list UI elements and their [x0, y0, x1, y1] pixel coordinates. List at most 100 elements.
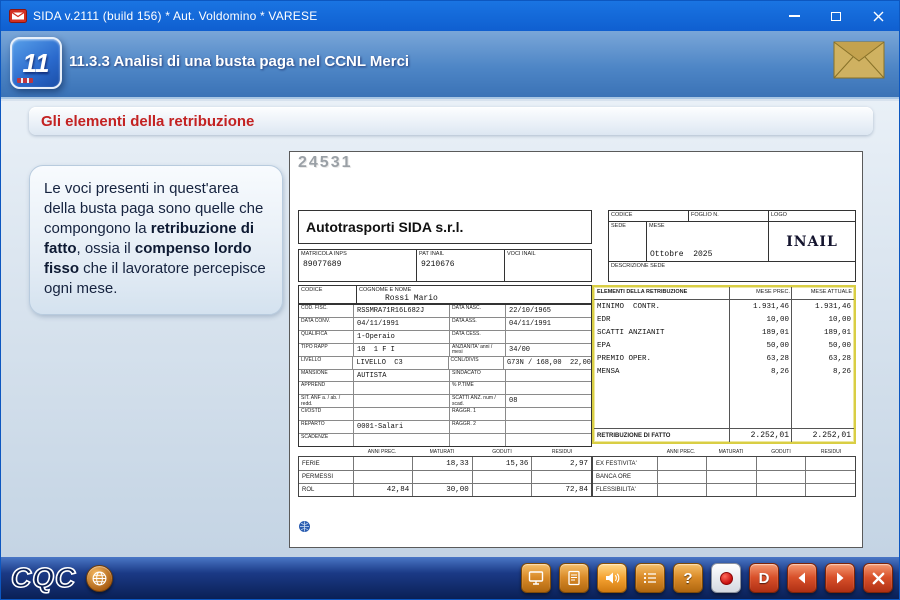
- retribuzione-row: PREMIO OPER.63,2863,28: [594, 352, 854, 365]
- retribuzione-total-curr: 2.252,01: [792, 431, 854, 440]
- window-title: SIDA v.2111 (build 156) * Aut. Voldomino…: [33, 9, 317, 23]
- leave-row: FERIE18,3315,362,97: [299, 457, 591, 470]
- extra-header: ANNI PREC.: [656, 447, 706, 456]
- employee-row: CODICE COGNOME E NOMERossi Mario: [298, 285, 592, 304]
- globe-button[interactable]: [86, 565, 113, 592]
- extra-header: GODUTI: [756, 447, 806, 456]
- lesson-title: 11.3.3 Analisi di una busta paga nel CCN…: [69, 53, 409, 70]
- payslip-number: 24531: [298, 154, 353, 172]
- minimize-icon: [789, 15, 800, 17]
- minimize-button[interactable]: [773, 1, 815, 31]
- retribuzione-box: ELEMENTI DELLA RETRIBUZIONE MESE PREC. M…: [592, 285, 856, 444]
- employee-name-label: COGNOME E NOME: [357, 286, 591, 293]
- info-text: , ossia il: [77, 240, 135, 257]
- descrizione-sede-box: DESCRIZIONE SEDE: [608, 262, 856, 282]
- company-name: Autotrasporti SIDA s.r.l.: [298, 210, 592, 244]
- exit-button[interactable]: [863, 563, 893, 593]
- pat-label: PAT INAIL: [417, 250, 504, 257]
- field-row: COD. FISC.RSSMRA71R16L682JDATA NASC.22/1…: [299, 305, 591, 318]
- voci-label: VOCI INAIL: [505, 250, 591, 257]
- company-name-text: Autotrasporti SIDA s.r.l.: [306, 219, 463, 235]
- field-row: REPARTO0001-SalariRAGGR. 2: [299, 421, 591, 434]
- employee-fields-table: COD. FISC.RSSMRA71R16L682JDATA NASC.22/1…: [298, 304, 592, 447]
- extra-row: EX FESTIVITA': [593, 457, 855, 470]
- content-area: Gli elementi della retribuzione Le voci …: [1, 101, 899, 557]
- foglio-label: FOGLIO N.: [689, 211, 769, 221]
- section-header: Gli elementi della retribuzione: [29, 107, 873, 135]
- previous-button[interactable]: [787, 563, 817, 593]
- arrow-left-icon: [794, 570, 810, 586]
- presentation-button[interactable]: [521, 563, 551, 593]
- section-title: Gli elementi della retribuzione: [41, 113, 254, 130]
- col-mese-attuale: MESE ATTUALE: [792, 287, 854, 299]
- index-button[interactable]: [635, 563, 665, 593]
- field-row: SCADENZE: [299, 434, 591, 446]
- screen-icon: [528, 570, 544, 586]
- lesson-header: 11 11.3.3 Analisi di una busta paga nel …: [1, 31, 899, 99]
- question-icon: ?: [683, 571, 692, 586]
- payslip-codes-box: CODICE FOGLIO N. LOGO SEDE MESE Ottobre …: [608, 210, 856, 262]
- info-panel: Le voci presenti in quest'area della bus…: [29, 165, 283, 315]
- retribuzione-row: EDR10,0010,00: [594, 313, 854, 326]
- field-row: APPREND% P.TIME: [299, 382, 591, 395]
- cqc-logo: CQC: [11, 564, 76, 592]
- maximize-button[interactable]: [815, 1, 857, 31]
- extra-header: RESIDUI: [806, 447, 856, 456]
- retribuzione-row: MINIMO CONTR.1.931,461.931,46: [594, 300, 854, 313]
- mese-value: Ottobre 2025: [647, 250, 768, 261]
- record-icon: [720, 572, 733, 585]
- field-row: MANSIONEAUTISTASINDACATO: [299, 370, 591, 383]
- leave-header: ANNI PREC.: [352, 447, 412, 456]
- chapter-badge-icon: 11: [10, 37, 62, 89]
- field-row: QUALIFICA1-OperaioDATA CESS.: [299, 331, 591, 344]
- leave-row: ROL42,8430,0072,84: [299, 483, 591, 496]
- matricola-label: MATRICOLA INPS: [299, 250, 416, 257]
- inail-logo: INAIL: [769, 222, 855, 261]
- x-icon: [871, 571, 886, 586]
- arrow-right-icon: [832, 570, 848, 586]
- payslip-ids-row: MATRICOLA INPS89077689 PAT INAIL9210676 …: [298, 249, 592, 282]
- next-button[interactable]: [825, 563, 855, 593]
- field-row: CI/OSTDRAGGR. 1: [299, 408, 591, 421]
- extra-header: MATURATI: [706, 447, 756, 456]
- field-row: DATA CONV.04/11/1991DATA ASS.04/11/1991: [299, 318, 591, 331]
- extra-row: FLESSIBILITA': [593, 483, 855, 496]
- codice-label: CODICE: [609, 211, 689, 221]
- col-mese-prec: MESE PREC.: [730, 287, 792, 299]
- sede-label: SEDE: [609, 222, 646, 229]
- retribuzione-divider: [791, 287, 792, 442]
- maximize-icon: [831, 12, 841, 21]
- leave-header: MATURATI: [412, 447, 472, 456]
- close-button[interactable]: [857, 1, 899, 31]
- app-icon: [9, 9, 27, 23]
- speaker-icon: [604, 570, 620, 586]
- d-label: D: [759, 571, 770, 586]
- badge-flag: [17, 78, 33, 83]
- retribuzione-total-prev: 2.252,01: [730, 431, 792, 440]
- envelope-icon: [833, 41, 885, 84]
- pat-value: 9210676: [417, 257, 504, 269]
- leave-table: ANNI PREC. MATURATI GODUTI RESIDUI FERIE…: [298, 447, 592, 497]
- field-row: SIT. ANF a. / ab. / redd.SCATTI ANZ. num…: [299, 395, 591, 408]
- employee-codice-label: CODICE: [299, 286, 356, 293]
- close-icon: [873, 11, 884, 22]
- help-button[interactable]: ?: [673, 563, 703, 593]
- extra-hours-table: ANNI PREC. MATURATI GODUTI RESIDUI EX FE…: [592, 447, 856, 497]
- field-row: TIPO RAPP10 1 F IANZIANITA' anni / mesi3…: [299, 344, 591, 357]
- leave-header: GODUTI: [472, 447, 532, 456]
- titlebar: SIDA v.2111 (build 156) * Aut. Voldomino…: [1, 1, 899, 31]
- record-button[interactable]: [711, 563, 741, 593]
- globe-icon: [91, 570, 108, 587]
- descrizione-sede-label: DESCRIZIONE SEDE: [609, 262, 855, 269]
- d-button[interactable]: D: [749, 563, 779, 593]
- retribuzione-row: EPA50,0050,00: [594, 339, 854, 352]
- payslip-stamp-icon: [298, 520, 311, 538]
- retribuzione-total-label: RETRIBUZIONE DI FATTO: [594, 433, 730, 439]
- notes-button[interactable]: [559, 563, 589, 593]
- retribuzione-divider: [729, 287, 730, 442]
- list-icon: [642, 570, 658, 586]
- audio-button[interactable]: [597, 563, 627, 593]
- matricola-value: 89077689: [299, 257, 416, 269]
- document-icon: [566, 570, 582, 586]
- retribuzione-row: SCATTI ANZIANIT189,01189,01: [594, 326, 854, 339]
